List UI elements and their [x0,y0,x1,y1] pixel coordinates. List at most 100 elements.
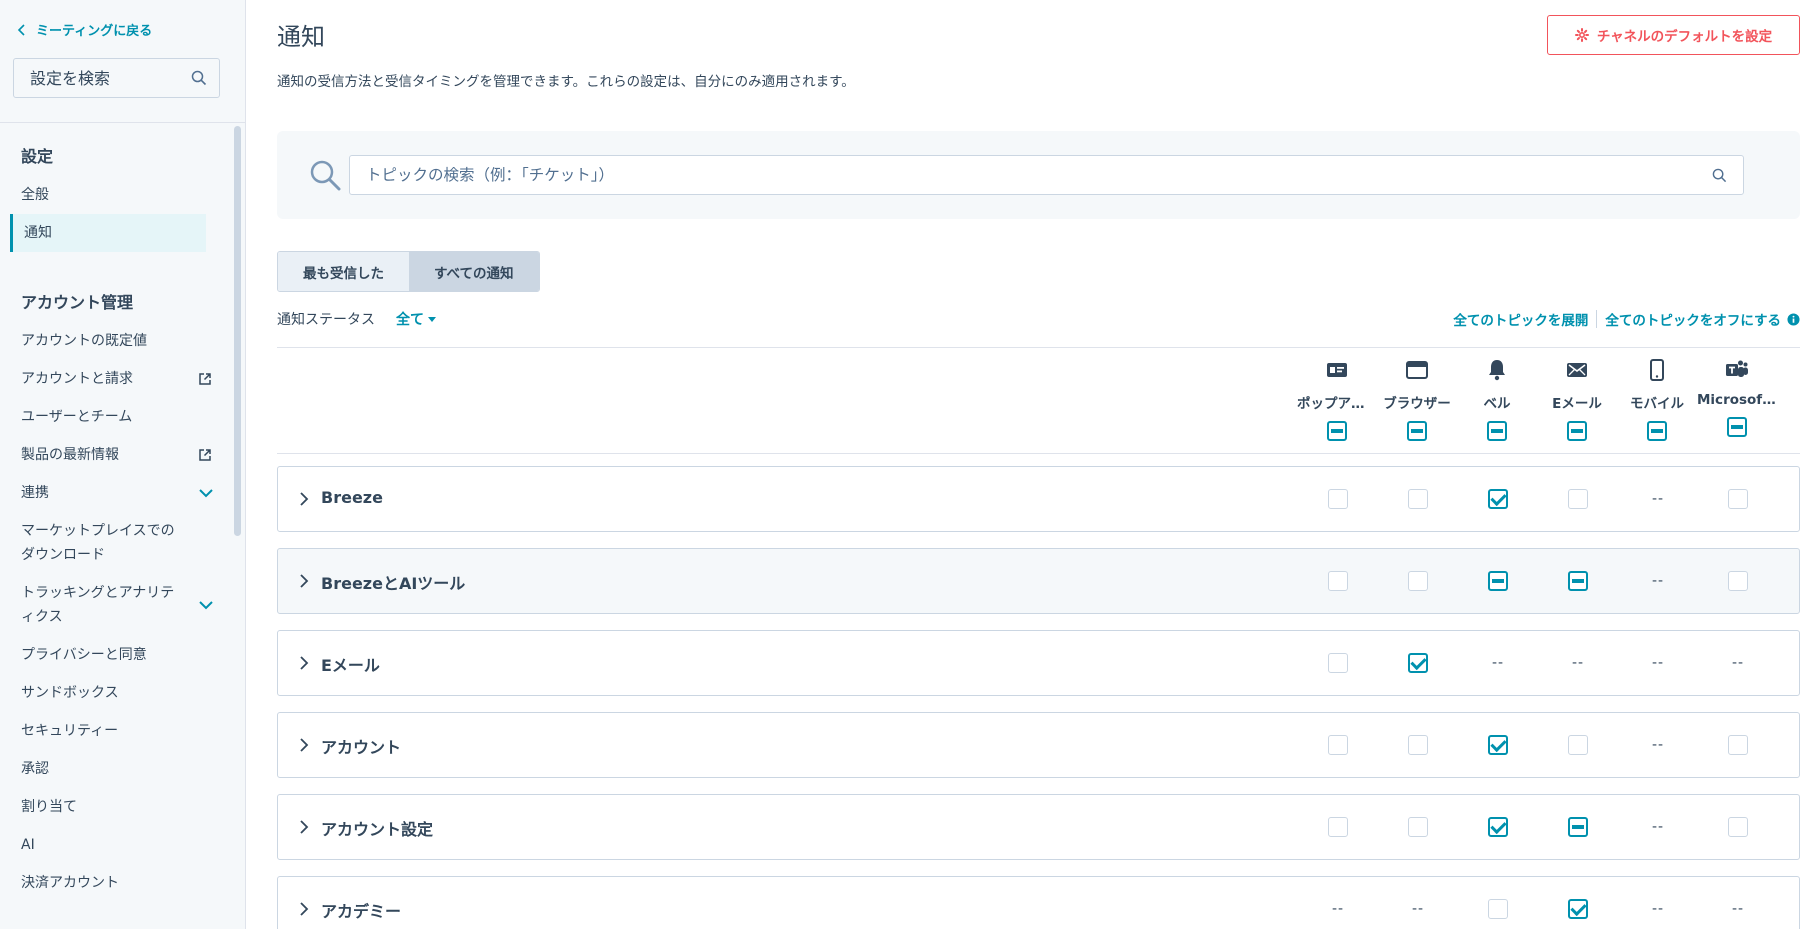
browser-checkbox[interactable] [1408,571,1428,591]
sidebar-item-label: マーケットプレイスでのダウンロード [21,523,175,563]
email-checkbox[interactable] [1568,489,1588,509]
sidebar-item-account-billing[interactable]: アカウントと請求 [0,360,232,398]
topic-name: アカウント設定 [321,820,434,839]
topic-cell-popup [1298,631,1378,695]
topic-cell-mobile: -- [1618,467,1698,531]
sidebar-item-payment-accounts[interactable]: 決済アカウント [0,864,232,902]
browser-checkbox[interactable] [1408,489,1428,509]
topic-search-panel [277,131,1800,219]
topic-cell-browser [1378,467,1458,531]
sidebar-item-account-defaults[interactable]: アカウントの既定値 [0,322,232,360]
topic-cell-bell [1458,549,1538,613]
topic-cell-browser [1378,549,1458,613]
back-to-meetings-link[interactable]: ミーティングに戻る [16,20,152,39]
column-browser-toggle[interactable] [1407,421,1427,441]
sidebar-item-general[interactable]: 全般 [0,176,232,214]
chevron-right-icon[interactable] [296,655,312,671]
email-checkbox[interactable] [1568,571,1588,591]
expand-all-topics-link[interactable]: 全てのトピックを展開 [1453,309,1588,329]
popup-checkbox[interactable] [1328,653,1348,673]
topic-row-email[interactable]: Eメール -- -- -- -- [277,630,1800,696]
browser-checkbox[interactable] [1408,653,1428,673]
topic-cell-bell: -- [1458,631,1538,695]
column-label: モバイル [1630,396,1684,412]
sidebar-item-assignments[interactable]: 割り当て [0,788,232,826]
actions-separator [1596,310,1598,328]
sidebar-item-privacy-consent[interactable]: プライバシーと同意 [0,636,232,674]
sidebar-item-tracking-analytics[interactable]: トラッキングとアナリティクス [0,574,232,636]
set-channel-defaults-button[interactable]: チャネルのデフォルトを設定 [1547,15,1800,55]
topic-row-academy[interactable]: アカデミー -- -- -- -- [277,876,1800,929]
column-mobile-toggle[interactable] [1647,421,1667,441]
email-checkbox[interactable] [1568,899,1588,919]
external-link-icon [199,373,211,385]
chevron-down-icon[interactable] [198,485,214,501]
email-checkbox[interactable] [1568,735,1588,755]
topic-row-account-settings[interactable]: アカウント設定 -- [277,794,1800,860]
column-bell-toggle[interactable] [1487,421,1507,441]
column-email-toggle[interactable] [1567,421,1587,441]
sidebar-item-label: プライバシーと同意 [21,647,147,663]
topic-row-breeze-ai-tools[interactable]: BreezeとAIツール -- [277,548,1800,614]
settings-search-input[interactable] [30,68,191,88]
teams-checkbox[interactable] [1728,489,1748,509]
column-bell: ベル [1457,358,1537,441]
topic-cell-browser [1378,631,1458,695]
not-available-marker: -- [1331,901,1345,917]
column-teams-toggle[interactable] [1727,417,1747,437]
not-available-marker: -- [1651,491,1665,507]
not-available-marker: -- [1651,901,1665,917]
bell-checkbox[interactable] [1488,571,1508,591]
chevron-down-icon[interactable] [198,597,214,613]
topic-row-breeze[interactable]: Breeze -- [277,466,1800,532]
topic-cell-popup [1298,795,1378,859]
search-icon[interactable] [1712,168,1727,183]
status-filter-row: 通知ステータス 全て 全てのトピックを展開 全てのトピックをオフにする [277,309,1800,329]
sidebar-item-product-updates[interactable]: 製品の最新情報 [0,436,232,474]
teams-checkbox[interactable] [1728,571,1748,591]
not-available-marker: -- [1731,901,1745,917]
teams-checkbox[interactable] [1728,735,1748,755]
status-filter-dropdown[interactable]: 全て [396,309,436,329]
sidebar-item-users-teams[interactable]: ユーザーとチーム [0,398,232,436]
email-checkbox[interactable] [1568,817,1588,837]
chevron-right-icon[interactable] [296,491,312,507]
bell-checkbox[interactable] [1488,489,1508,509]
search-icon[interactable] [191,70,207,86]
sidebar-item-label: 決済アカウント [21,875,119,891]
caret-down-icon [428,316,436,322]
popup-checkbox[interactable] [1328,735,1348,755]
popup-checkbox[interactable] [1328,571,1348,591]
turn-off-all-topics-link[interactable]: 全てのトピックをオフにする [1605,309,1781,329]
column-popup-toggle[interactable] [1327,421,1347,441]
chevron-right-icon[interactable] [296,819,312,835]
not-available-marker: -- [1731,655,1745,671]
browser-checkbox[interactable] [1408,817,1428,837]
bell-checkbox[interactable] [1488,817,1508,837]
sidebar-item-approvals[interactable]: 承認 [0,750,232,788]
sidebar-item-ai[interactable]: AI [0,826,232,864]
sidebar-item-security[interactable]: セキュリティー [0,712,232,750]
popup-checkbox[interactable] [1328,817,1348,837]
browser-checkbox[interactable] [1408,735,1428,755]
topic-row-account[interactable]: アカウント -- [277,712,1800,778]
tab-most-received[interactable]: 最も受信した [278,252,409,291]
teams-icon [1726,360,1748,377]
bell-checkbox[interactable] [1488,735,1508,755]
sidebar-item-notifications[interactable]: 通知 [10,214,206,252]
sidebar-item-integrations[interactable]: 連携 [0,474,232,512]
tab-all-notifications[interactable]: すべての通知 [409,252,539,291]
popup-icon [1327,363,1347,377]
chevron-right-icon[interactable] [296,737,312,753]
bell-checkbox[interactable] [1488,899,1508,919]
popup-checkbox[interactable] [1328,489,1348,509]
chevron-right-icon[interactable] [296,573,312,589]
chevron-right-icon[interactable] [296,901,312,917]
info-icon[interactable] [1787,312,1800,326]
channel-button-label: チャネルのデフォルトを設定 [1596,29,1773,45]
sidebar-scrollbar[interactable] [234,126,241,536]
teams-checkbox[interactable] [1728,817,1748,837]
sidebar-item-marketplace-downloads[interactable]: マーケットプレイスでのダウンロード [0,512,232,574]
sidebar-item-sandbox[interactable]: サンドボックス [0,674,232,712]
topic-search-input[interactable] [366,166,1712,184]
